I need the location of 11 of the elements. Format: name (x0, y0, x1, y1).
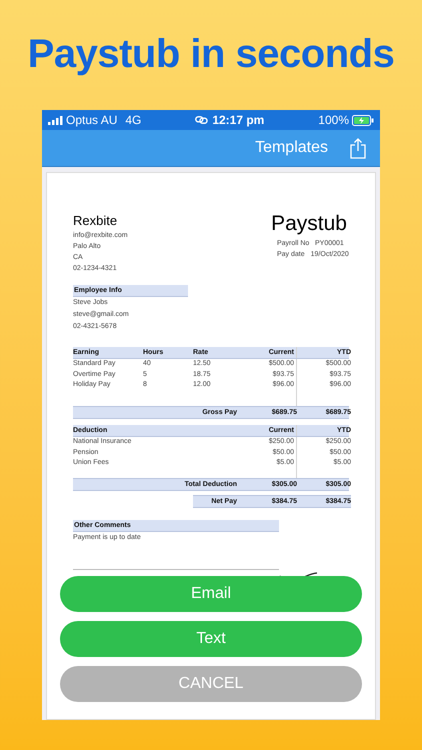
clock: 12:17 pm (212, 112, 264, 129)
action-button[interactable]: Text (60, 621, 362, 657)
headline: Paystub in seconds (28, 31, 394, 78)
battery-percent: 100% (318, 112, 349, 129)
templates-button[interactable]: Templates (255, 136, 328, 160)
action-button[interactable]: Email (60, 576, 362, 612)
document-title: Paystub (271, 212, 347, 236)
cancel-button[interactable]: CANCEL (60, 666, 362, 702)
network-type: 4G (125, 112, 142, 129)
carrier-name: Optus AU (66, 112, 118, 129)
company-name: Rexbite (73, 213, 118, 229)
